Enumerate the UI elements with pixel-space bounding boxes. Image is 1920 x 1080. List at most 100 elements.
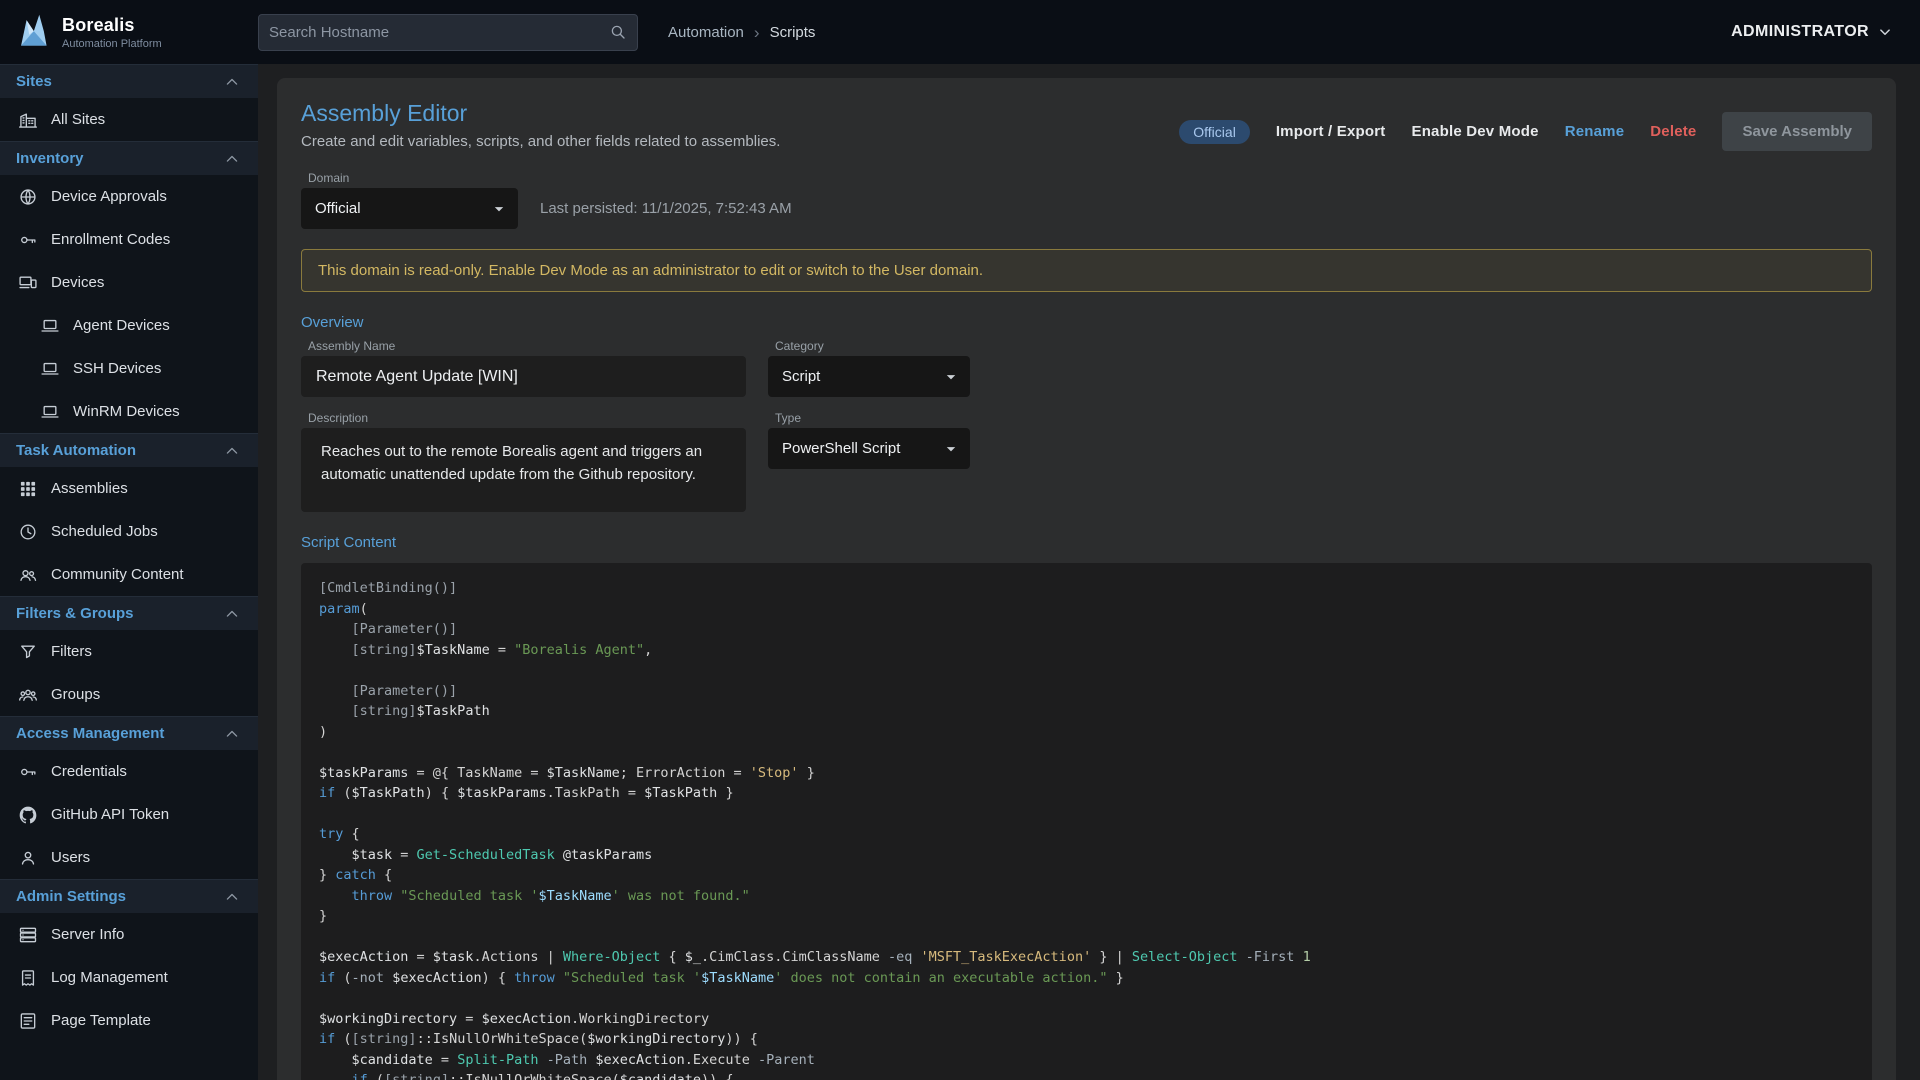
domain-select-value: Official — [315, 200, 361, 217]
laptop-icon — [40, 316, 60, 336]
sidebar-item-devices[interactable]: Devices — [0, 261, 258, 304]
caret-down-icon — [940, 438, 962, 460]
sidebar-section-label: Filters & Groups — [16, 605, 134, 622]
code-line: throw "Scheduled task '$TaskName' was no… — [319, 886, 1854, 907]
sidebar-item-ssh-devices[interactable]: SSH Devices — [0, 347, 258, 390]
breadcrumb-automation[interactable]: Automation — [668, 24, 744, 41]
breadcrumb: Automation › Scripts — [668, 24, 815, 41]
sidebar-item-label: Enrollment Codes — [51, 231, 170, 248]
sidebar-item-label: Community Content — [51, 566, 184, 583]
sidebar-item-server-info[interactable]: Server Info — [0, 913, 258, 956]
page-icon — [18, 1011, 38, 1031]
sidebar-item-log-management[interactable]: Log Management — [0, 956, 258, 999]
sidebar-item-credentials[interactable]: Credentials — [0, 750, 258, 793]
editor-actions: Official Import / Export Enable Dev Mode… — [1179, 112, 1872, 151]
code-line: $taskParams = @{ TaskName = $TaskName; E… — [319, 763, 1854, 784]
sidebar-item-label: Assemblies — [51, 480, 128, 497]
type-select[interactable]: PowerShell Script — [768, 428, 970, 469]
delete-button[interactable]: Delete — [1650, 123, 1696, 140]
code-line: [Parameter()] — [319, 619, 1854, 640]
sidebar-item-label: Log Management — [51, 969, 168, 986]
sidebar-item-label: Groups — [51, 686, 100, 703]
rename-button[interactable]: Rename — [1565, 123, 1625, 140]
page-title: Assembly Editor — [301, 100, 780, 127]
description-field: Description Reaches out to the remote Bo… — [301, 411, 746, 512]
sidebar-item-label: Devices — [51, 274, 104, 291]
sidebar-item-groups[interactable]: Groups — [0, 673, 258, 716]
code-line: if (-not $execAction) { throw "Scheduled… — [319, 968, 1854, 989]
sidebar-section-access-management[interactable]: Access Management — [0, 716, 258, 750]
sidebar-item-label: Device Approvals — [51, 188, 167, 205]
sidebar-item-all-sites[interactable]: All Sites — [0, 98, 258, 141]
chevron-up-icon — [222, 604, 242, 624]
sidebar-section-label: Access Management — [16, 725, 164, 742]
domain-select[interactable]: Domain Official — [301, 171, 518, 229]
enable-dev-mode-button[interactable]: Enable Dev Mode — [1411, 123, 1538, 140]
brand-subtitle: Automation Platform — [62, 38, 162, 50]
search-input[interactable] — [269, 24, 609, 41]
caret-down-icon — [488, 198, 510, 220]
code-line: if ($TaskPath) { $taskParams.TaskPath = … — [319, 783, 1854, 804]
github-icon — [18, 805, 38, 825]
last-persisted-text: Last persisted: 11/1/2025, 7:52:43 AM — [540, 200, 792, 217]
type-field: Type PowerShell Script — [768, 411, 970, 469]
code-line: if ([string]::IsNullOrWhiteSpace($workin… — [319, 1029, 1854, 1050]
category-field: Category Script — [768, 339, 970, 397]
caret-down-icon — [940, 366, 962, 388]
code-line: [CmdletBinding()] — [319, 578, 1854, 599]
sidebar-item-github-api-token[interactable]: GitHub API Token — [0, 793, 258, 836]
sidebar-section-admin-settings[interactable]: Admin Settings — [0, 879, 258, 913]
code-line: try { — [319, 824, 1854, 845]
code-line: } — [319, 906, 1854, 927]
code-line: param( — [319, 599, 1854, 620]
devices-icon — [18, 273, 38, 293]
user-menu[interactable]: ADMINISTRATOR — [1731, 23, 1894, 41]
sidebar-section-filters-groups[interactable]: Filters & Groups — [0, 596, 258, 630]
sidebar-section-label: Sites — [16, 73, 52, 90]
building-icon — [18, 110, 38, 130]
script-editor[interactable]: [CmdletBinding()]param( [Parameter()] [s… — [301, 563, 1872, 1080]
sidebar-section-task-automation[interactable]: Task Automation — [0, 433, 258, 467]
overview-section-label: Overview — [301, 314, 1872, 331]
clock-icon — [18, 522, 38, 542]
sidebar-item-label: Page Template — [51, 1012, 151, 1029]
globe-icon — [18, 187, 38, 207]
user-menu-label: ADMINISTRATOR — [1731, 23, 1869, 41]
code-line: ) — [319, 722, 1854, 743]
key-icon — [18, 762, 38, 782]
domain-status-badge: Official — [1179, 120, 1250, 144]
chevron-up-icon — [222, 441, 242, 461]
main-content: Assembly Editor Create and edit variable… — [258, 64, 1920, 1080]
category-select-value: Script — [782, 368, 820, 385]
sidebar-item-label: GitHub API Token — [51, 806, 169, 823]
sidebar-item-scheduled-jobs[interactable]: Scheduled Jobs — [0, 510, 258, 553]
people-icon — [18, 565, 38, 585]
assembly-name-input[interactable] — [301, 356, 746, 397]
save-assembly-button[interactable]: Save Assembly — [1722, 112, 1872, 151]
chevron-up-icon — [222, 724, 242, 744]
category-select[interactable]: Script — [768, 356, 970, 397]
sidebar-item-label: Users — [51, 849, 90, 866]
sidebar-section-sites[interactable]: Sites — [0, 64, 258, 98]
code-line: } catch { — [319, 865, 1854, 886]
code-line: if ([string]::IsNullOrWhiteSpace($candid… — [319, 1070, 1854, 1080]
sidebar-item-assemblies[interactable]: Assemblies — [0, 467, 258, 510]
sidebar-item-enrollment-codes[interactable]: Enrollment Codes — [0, 218, 258, 261]
sidebar-item-winrm-devices[interactable]: WinRM Devices — [0, 390, 258, 433]
sidebar-item-community-content[interactable]: Community Content — [0, 553, 258, 596]
breadcrumb-scripts[interactable]: Scripts — [770, 24, 816, 41]
sidebar-section-inventory[interactable]: Inventory — [0, 141, 258, 175]
sidebar-item-page-template[interactable]: Page Template — [0, 999, 258, 1042]
description-textarea[interactable]: Reaches out to the remote Borealis agent… — [301, 428, 746, 512]
search-box[interactable] — [258, 14, 638, 51]
sidebar-item-device-approvals[interactable]: Device Approvals — [0, 175, 258, 218]
sidebar-item-agent-devices[interactable]: Agent Devices — [0, 304, 258, 347]
type-select-value: PowerShell Script — [782, 440, 900, 457]
sidebar-item-filters[interactable]: Filters — [0, 630, 258, 673]
sidebar-item-users[interactable]: Users — [0, 836, 258, 879]
code-line — [319, 660, 1854, 681]
sidebar-item-label: Agent Devices — [73, 317, 170, 334]
code-line: [Parameter()] — [319, 681, 1854, 702]
chevron-up-icon — [222, 887, 242, 907]
import-export-button[interactable]: Import / Export — [1276, 123, 1386, 140]
